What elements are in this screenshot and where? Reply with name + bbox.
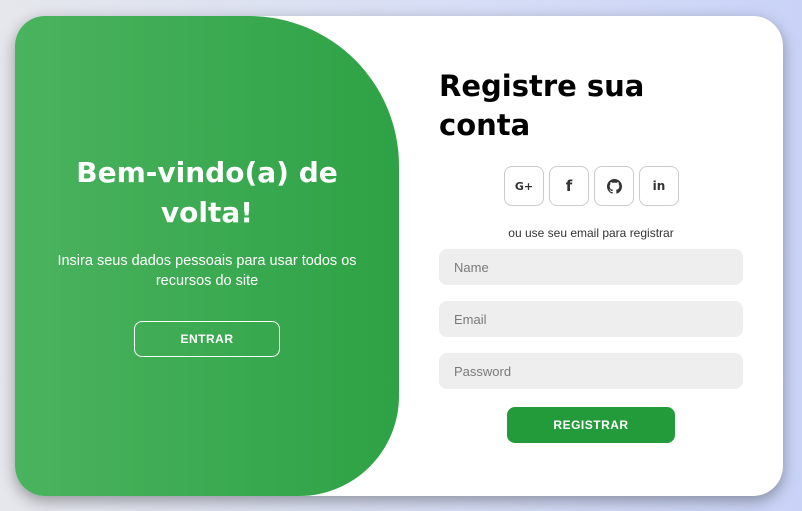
signup-title: Registre sua conta: [439, 69, 645, 142]
password-input[interactable]: [439, 353, 743, 389]
welcome-text: Insira seus dados pessoais para usar tod…: [57, 253, 357, 289]
google-plus-button[interactable]: G+: [504, 166, 544, 206]
linkedin-button[interactable]: in: [639, 166, 679, 206]
email-input[interactable]: [439, 301, 743, 337]
social-login-row: G+ f in: [504, 166, 679, 206]
github-button[interactable]: [594, 166, 634, 206]
register-button[interactable]: REGISTRAR: [507, 407, 675, 443]
facebook-button[interactable]: f: [549, 166, 589, 206]
welcome-panel: Bem-vindo(a) de volta! Insira seus dados…: [15, 16, 399, 496]
divider-text: ou use seu email para registrar: [508, 226, 674, 240]
welcome-title: Bem-vindo(a) de volta!: [76, 156, 338, 229]
auth-card: Bem-vindo(a) de volta! Insira seus dados…: [15, 16, 783, 496]
entrar-button[interactable]: ENTRAR: [134, 321, 280, 357]
google-plus-icon: G+: [514, 179, 534, 193]
linkedin-icon: in: [652, 179, 666, 193]
name-input[interactable]: [439, 249, 743, 285]
facebook-icon: f: [565, 177, 573, 195]
github-icon: [606, 178, 622, 194]
